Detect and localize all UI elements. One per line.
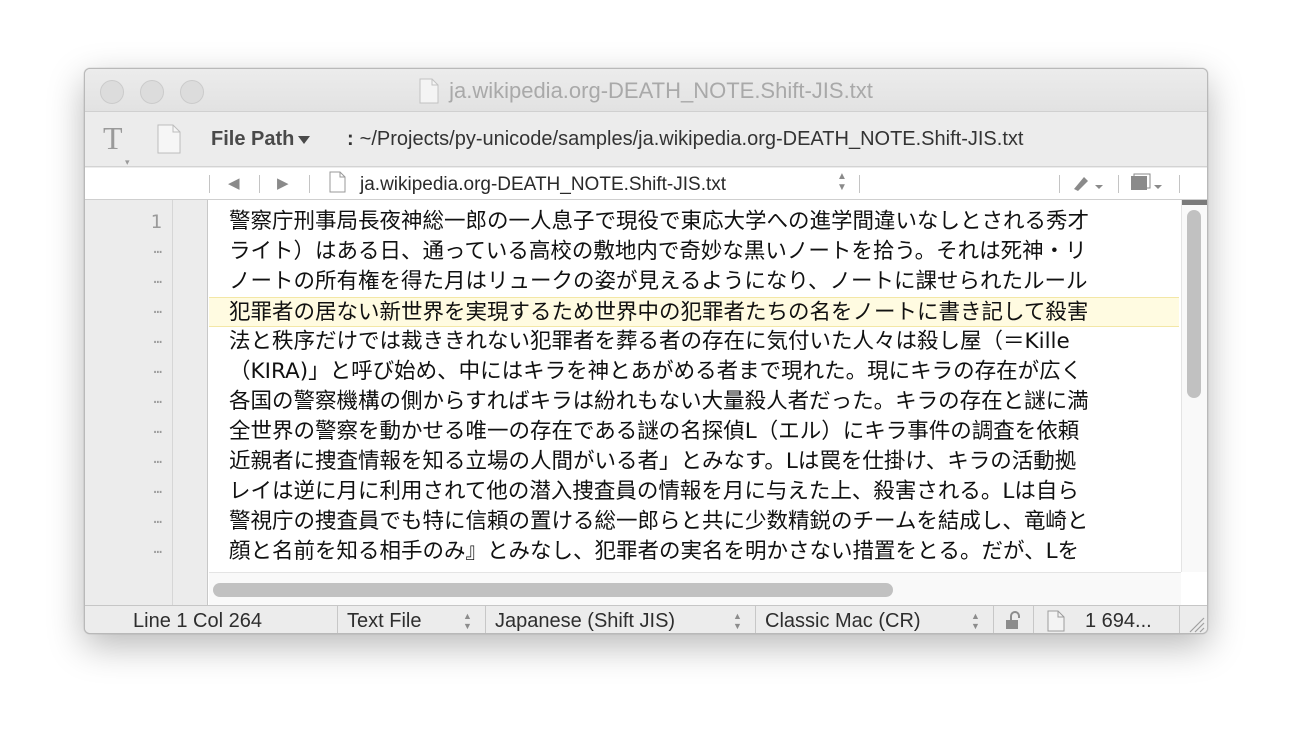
line-number: …: [153, 481, 162, 497]
up-down-arrows-icon: ▲ ▼: [733, 611, 742, 631]
editor-area: 1 … … … … … … … … … … … 警察庁刑事局長夜神総一郎の一人息…: [85, 200, 1207, 605]
text-line[interactable]: ノートの所有権を得た月はリュークの姿が見えるようになり、ノートに課せられたルール: [209, 267, 1179, 297]
line-number: …: [153, 421, 162, 437]
status-divider: [1033, 606, 1034, 633]
file-icon: [329, 171, 346, 199]
file-size: 1 694...: [1085, 610, 1152, 632]
document-icon: [419, 78, 439, 104]
line-number: …: [153, 271, 162, 287]
vertical-scrollbar[interactable]: [1181, 200, 1207, 572]
resize-grip-icon[interactable]: [1185, 613, 1205, 633]
current-file-name: ja.wikipedia.org-DEATH_NOTE.Shift-JIS.tx…: [360, 174, 727, 195]
nav-divider: [209, 175, 210, 193]
document-selector[interactable]: ja.wikipedia.org-DEATH_NOTE.Shift-JIS.tx…: [329, 171, 726, 199]
text-line[interactable]: 各国の警察機構の側からすればキラは紛れもない大量殺人者だった。キラの存在と謎に満: [209, 387, 1179, 417]
text-line[interactable]: （KIRA)」と呼び始め、中にはキラを神とあがめる者まで現れた。現にキラの存在が…: [209, 357, 1179, 387]
up-down-arrows-icon: ▲ ▼: [971, 611, 980, 631]
line-number: …: [153, 511, 162, 527]
line-number: 1: [150, 211, 162, 233]
line-number: …: [153, 241, 162, 257]
editor-window: ja.wikipedia.org-DEATH_NOTE.Shift-JIS.tx…: [84, 68, 1208, 634]
line-number: …: [153, 331, 162, 347]
chevron-down-icon: [298, 135, 311, 144]
status-divider: [1179, 606, 1180, 633]
up-down-arrows-icon: ▲ ▼: [463, 611, 472, 631]
split-view-icon[interactable]: [1129, 173, 1165, 197]
file-path-value-group: : ~/Projects/py-unicode/samples/ja.wikipe…: [347, 128, 1023, 151]
line-number: …: [153, 361, 162, 377]
up-down-arrows-icon[interactable]: ▲ ▼: [837, 171, 847, 193]
vertical-scroll-thumb[interactable]: [1187, 210, 1201, 398]
file-type-select[interactable]: Text File: [347, 606, 421, 633]
text-line[interactable]: 顔と名前を知る相手のみ』とみなし、犯罪者の実名を明かさない措置をとる。だが、Lを: [209, 537, 1179, 567]
nav-divider: [259, 175, 260, 193]
window-title-group: ja.wikipedia.org-DEATH_NOTE.Shift-JIS.tx…: [85, 69, 1207, 112]
window-title: ja.wikipedia.org-DEATH_NOTE.Shift-JIS.tx…: [449, 77, 873, 103]
text-line[interactable]: 警視庁の捜査員でも特に信頼の置ける総一郎らと共に少数精鋭のチームを結成し、竜崎と: [209, 507, 1179, 537]
status-divider: [337, 606, 338, 633]
current-text-line[interactable]: 犯罪者の居ない新世界を実現するため世界中の犯罪者たちの名をノートに書き記して殺害: [209, 297, 1179, 327]
line-endings-select[interactable]: Classic Mac (CR): [765, 606, 921, 633]
scrollbar-top-edge: [1182, 200, 1207, 205]
text-line[interactable]: 法と秩序だけでは裁ききれない犯罪者を葬る者の存在に気付いた人々は殺し屋（＝Kil…: [209, 327, 1179, 357]
line-number: …: [153, 391, 162, 407]
nav-divider: [1118, 175, 1119, 193]
file-path-value: ~/Projects/py-unicode/samples/ja.wikiped…: [359, 128, 1024, 150]
horizontal-scrollbar[interactable]: [209, 572, 1181, 605]
file-info-icon[interactable]: [1047, 610, 1065, 632]
file-path-bar: T ▾ File Path : ~/Projects/py-unicode/samp…: [85, 112, 1207, 167]
status-divider: [485, 606, 486, 633]
title-bar: ja.wikipedia.org-DEATH_NOTE.Shift-JIS.tx…: [85, 69, 1207, 112]
text-line[interactable]: ライト）はある日、通っている高校の敷地内で奇妙な黒いノートを拾う。それは死神・リ: [209, 237, 1179, 267]
marker-icon[interactable]: [1071, 173, 1107, 197]
text-line[interactable]: 警察庁刑事局長夜神総一郎の一人息子で現役で東応大学への進学間違いなしとされる秀才: [209, 207, 1179, 237]
text-format-icon[interactable]: T ▾: [103, 122, 130, 167]
status-bar: Line 1 Col 264 Text File ▲ ▼ Japanese (Sh…: [85, 605, 1207, 633]
file-path-label: File Path: [211, 128, 295, 150]
text-line[interactable]: 全世界の警察を動かせる唯一の存在である謎の名探偵L（エル）にキラ事件の調査を依頼: [209, 417, 1179, 447]
nav-divider: [859, 175, 860, 193]
fold-column: [173, 200, 208, 605]
encoding-select[interactable]: Japanese (Shift JIS): [495, 606, 675, 633]
file-path-menu[interactable]: File Path: [211, 128, 314, 151]
nav-divider: [1059, 175, 1060, 193]
nav-divider: [309, 175, 310, 193]
cursor-position[interactable]: Line 1 Col 264: [133, 606, 262, 633]
file-document-icon[interactable]: [157, 124, 181, 159]
text-content[interactable]: 警察庁刑事局長夜神総一郎の一人息子で現役で東応大学への進学間違いなしとされる秀才…: [209, 200, 1179, 572]
back-arrow-icon[interactable]: ◀: [228, 174, 240, 192]
file-path-colon: :: [347, 128, 354, 150]
forward-arrow-icon[interactable]: ▶: [277, 174, 289, 192]
text-line[interactable]: 近親者に捜査情報を知る立場の人間がいる者」とみなす。Lは罠を仕掛け、キラの活動拠: [209, 447, 1179, 477]
status-divider: [993, 606, 994, 633]
nav-divider: [1179, 175, 1180, 193]
status-divider: [755, 606, 756, 633]
line-number-gutter: 1 … … … … … … … … … … …: [85, 200, 173, 605]
text-line[interactable]: レイは逆に月に利用されて他の潜入捜査員の情報を月に与えた上、殺害される。Lは自ら: [209, 477, 1179, 507]
navigation-bar: ◀ ▶ ja.wikipedia.org-DEATH_NOTE.Shift-JI…: [85, 168, 1207, 200]
horizontal-scroll-thumb[interactable]: [213, 583, 893, 597]
line-number: …: [153, 451, 162, 467]
lock-icon[interactable]: [1003, 611, 1023, 631]
line-number: …: [153, 301, 162, 317]
line-number: …: [153, 541, 162, 557]
